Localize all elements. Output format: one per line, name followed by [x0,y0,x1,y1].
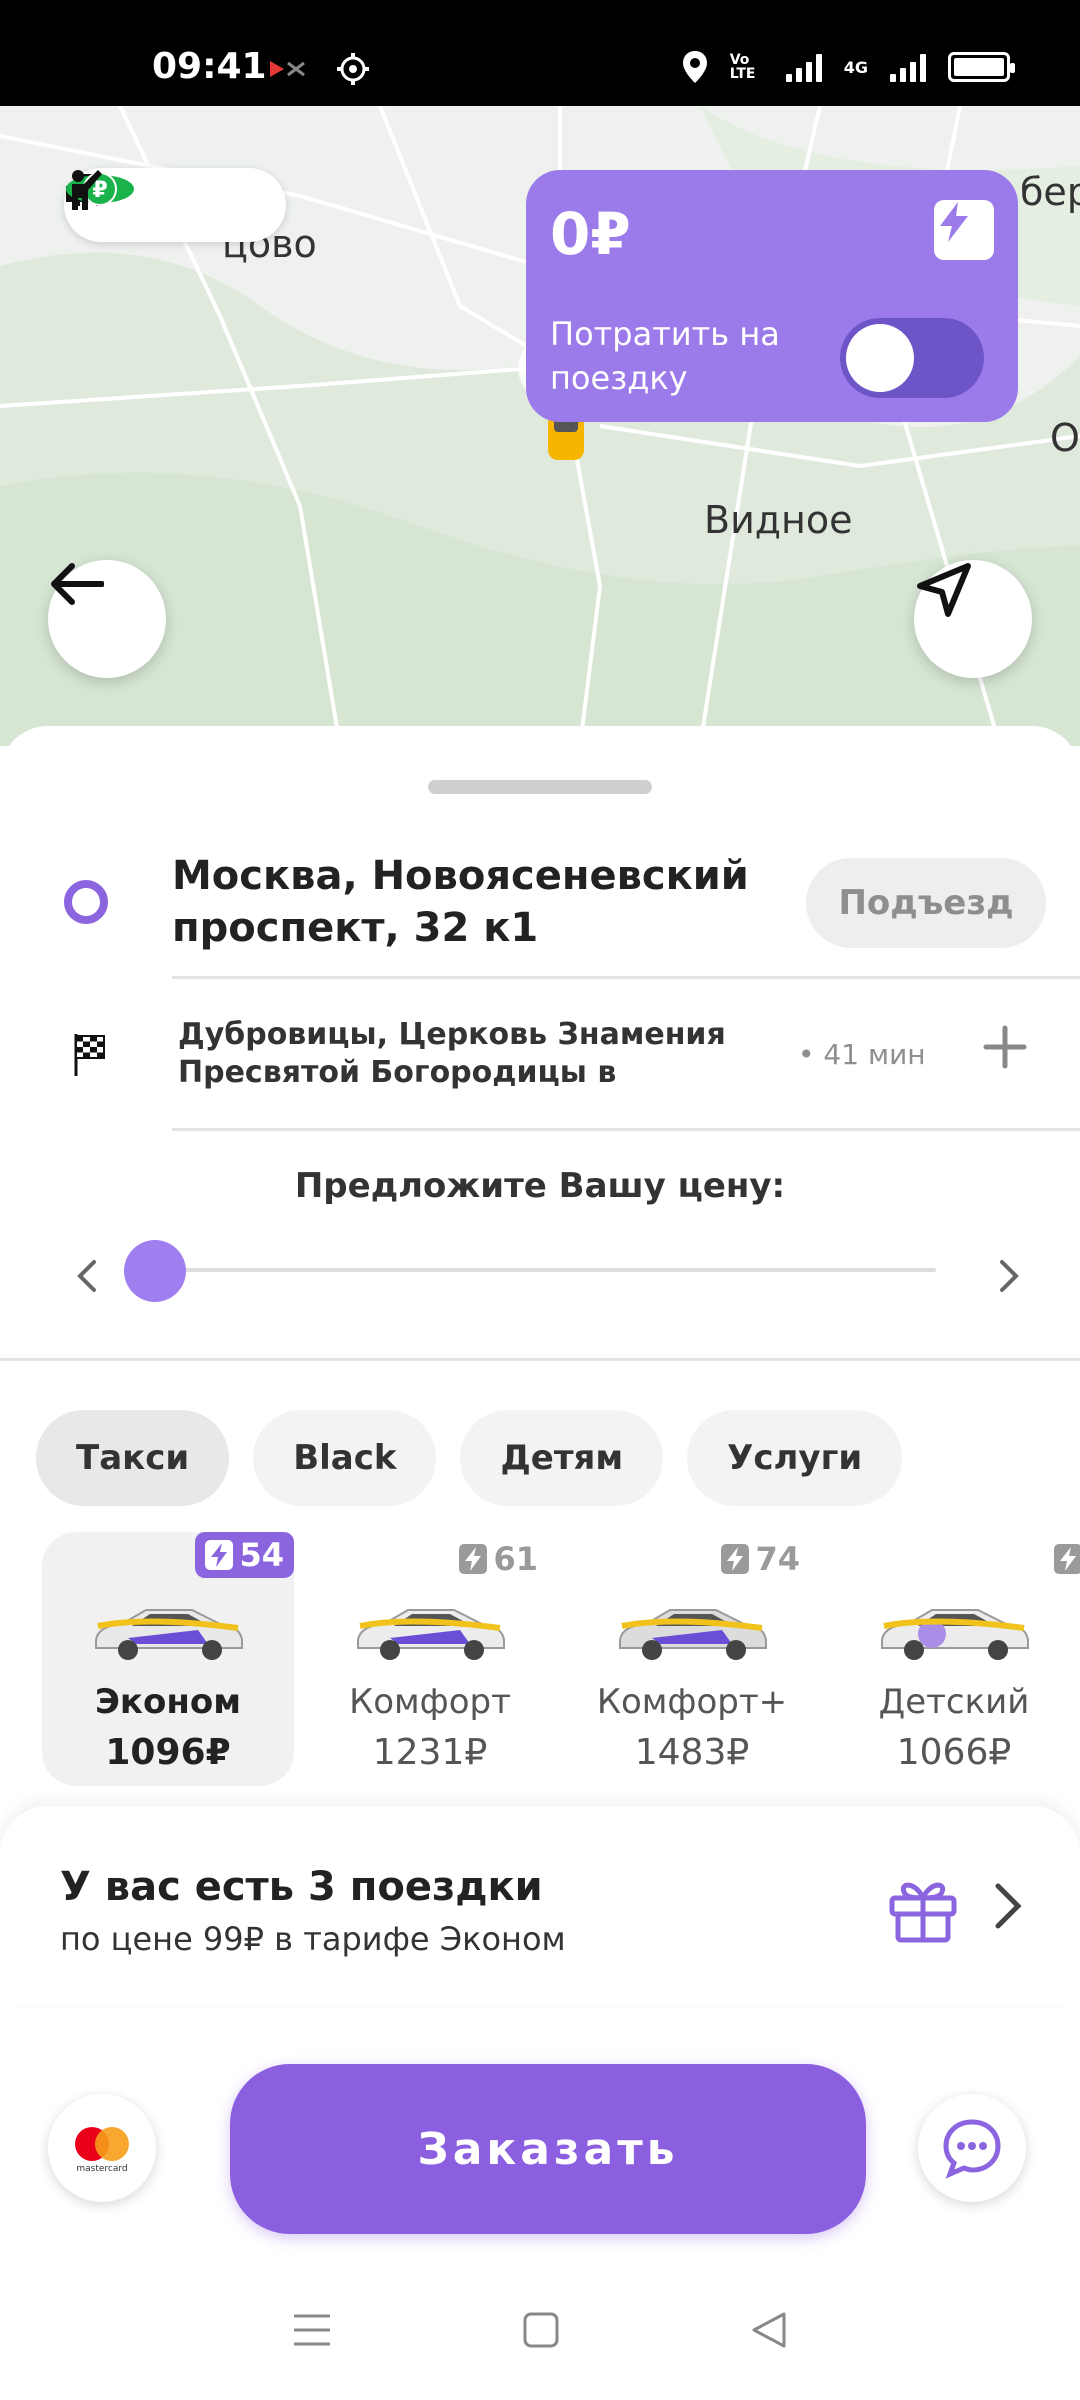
spend-bonus-toggle[interactable] [840,318,984,398]
entrance-button[interactable]: Подъезд [806,858,1046,948]
promo-banner[interactable]: У вас есть 3 поездки по цене 99₽ в тариф… [0,1806,1080,2006]
tab-taxi[interactable]: Такси [36,1410,230,1506]
tariff-comfort-plus[interactable]: 74 Комфорт+ 1483₽ [566,1532,818,1786]
car-comfort-icon [357,1609,505,1660]
network-type-label: 4G [843,57,868,77]
map[interactable]: цово Видное берц О ₽ 0₽ Потратить на пое… [0,106,1080,746]
bolt-icon [721,1544,750,1574]
signal-icon [785,52,822,82]
promo-subtitle: по цене 99₽ в тарифе Эконом [60,1920,566,1958]
tariff-price: 1483₽ [634,1732,750,1773]
tariff-name: Комфорт [349,1682,511,1722]
chevron-right-icon[interactable] [996,1256,1024,1296]
map-label-o: О [1050,416,1080,460]
locate-me-button[interactable] [914,560,1032,678]
location-icon [682,51,707,83]
divider [172,1128,1080,1131]
tab-services[interactable]: Услуги [687,1410,903,1506]
chat-button[interactable] [918,2094,1026,2202]
settings-gear-icon [337,53,369,85]
tariff-comfort[interactable]: 61 Комфорт 1231₽ [304,1532,556,1786]
divider [172,976,1080,979]
bolt-icon [459,1544,488,1574]
chevron-right-icon [995,1883,1022,1929]
gift-icon [889,1882,957,1943]
tariff-badge: 74 [711,1536,810,1582]
recent-apps-icon[interactable] [292,2312,332,2348]
price-slider-knob[interactable] [124,1240,186,1302]
navigation-arrow-icon [917,563,971,617]
category-tabs: Такси Black Детям Услуги [36,1410,903,1506]
hailing-person-icon [72,170,102,210]
card-brand-label: mastercard [76,2164,128,2174]
finish-flag-icon [74,1034,105,1076]
add-stop-icon[interactable] [982,1024,1028,1070]
origin-marker-icon [64,880,108,924]
tariff-badge-value: 54 [239,1536,284,1574]
sheet-drag-handle[interactable] [428,780,652,794]
status-time: 09:41 [152,46,267,87]
status-right-icons: Vo LTE 4G [682,50,1015,84]
tariff-badge: 5 [1044,1536,1080,1582]
bonus-text: Потратить на поездку [550,315,780,397]
origin-address[interactable]: Москва, Новоясеневский проспект, 32 к1 [172,850,772,954]
promo-title: У вас есть 3 поездки [60,1864,543,1910]
car-comfort-plus-icon [619,1609,767,1660]
car-kids-icon [881,1609,1029,1660]
bolt-icon [205,1540,234,1570]
tariff-kids[interactable]: 5 Детский 1066₽ [828,1532,1080,1786]
price-slider-track[interactable] [150,1268,936,1272]
order-sheet: Москва, Новоясеневский проспект, 32 к1 П… [0,726,1080,2400]
tab-black[interactable]: Black [253,1410,437,1506]
tariff-badge: 54 [195,1532,294,1578]
eta-text: • 41 мин [798,1038,926,1071]
bolt-icon [1053,1544,1080,1574]
bolt-icon [934,200,994,260]
destination-address[interactable]: Дубровицы, Церковь Знамения Пресвятой Бо… [178,1016,758,1092]
price-offer-title: Предложите Вашу цену: [294,1166,786,1206]
section-divider [0,1358,1080,1361]
mastercard-icon [75,2127,129,2161]
tariff-econom[interactable]: 54 Эконом 1096₽ [42,1532,294,1786]
chat-bubble-icon [943,2119,1001,2179]
arrow-left-icon [51,563,104,605]
order-button[interactable]: Заказать [230,2064,866,2234]
map-label-vidnoe: Видное [704,498,853,542]
tab-kids[interactable]: Детям [460,1410,664,1506]
back-button[interactable] [48,560,166,678]
tariff-price: 1231₽ [372,1732,488,1773]
car-econom-icon [95,1609,243,1660]
bonus-card[interactable]: 0₽ Потратить на поездку [526,170,1018,422]
tariff-badge-value: 74 [755,1540,800,1578]
payment-method-button[interactable]: mastercard [48,2094,156,2202]
volte-icon: Vo LTE [729,52,756,82]
home-icon[interactable] [522,2311,560,2349]
tariff-name: Комфорт+ [596,1682,788,1722]
tariff-name: Детский [878,1682,1030,1722]
bonus-amount: 0₽ [550,200,631,268]
tariff-price: 1066₽ [896,1732,1012,1773]
tariff-badge-value: 61 [493,1540,538,1578]
status-left-icons [268,52,370,86]
screen-record-icon [270,61,305,77]
tariff-badge: 61 [449,1536,548,1582]
map-label-bertz: берц [1020,170,1080,214]
battery-icon [948,52,1015,82]
tariff-list: 54 Эконом 1096₽ 61 Комфорт 1231₽ 74 Комф… [42,1532,1080,1792]
signal-icon-2 [890,52,926,82]
chevron-left-icon[interactable] [72,1256,100,1296]
system-nav-bar [0,2260,1080,2400]
tariff-price: 1096₽ [105,1732,231,1773]
tariff-name: Эконом [94,1682,242,1722]
back-nav-icon[interactable] [750,2310,788,2350]
status-bar: 09:41 Vo LTE 4G [0,0,1080,106]
map-service-badges[interactable]: ₽ [64,168,286,242]
